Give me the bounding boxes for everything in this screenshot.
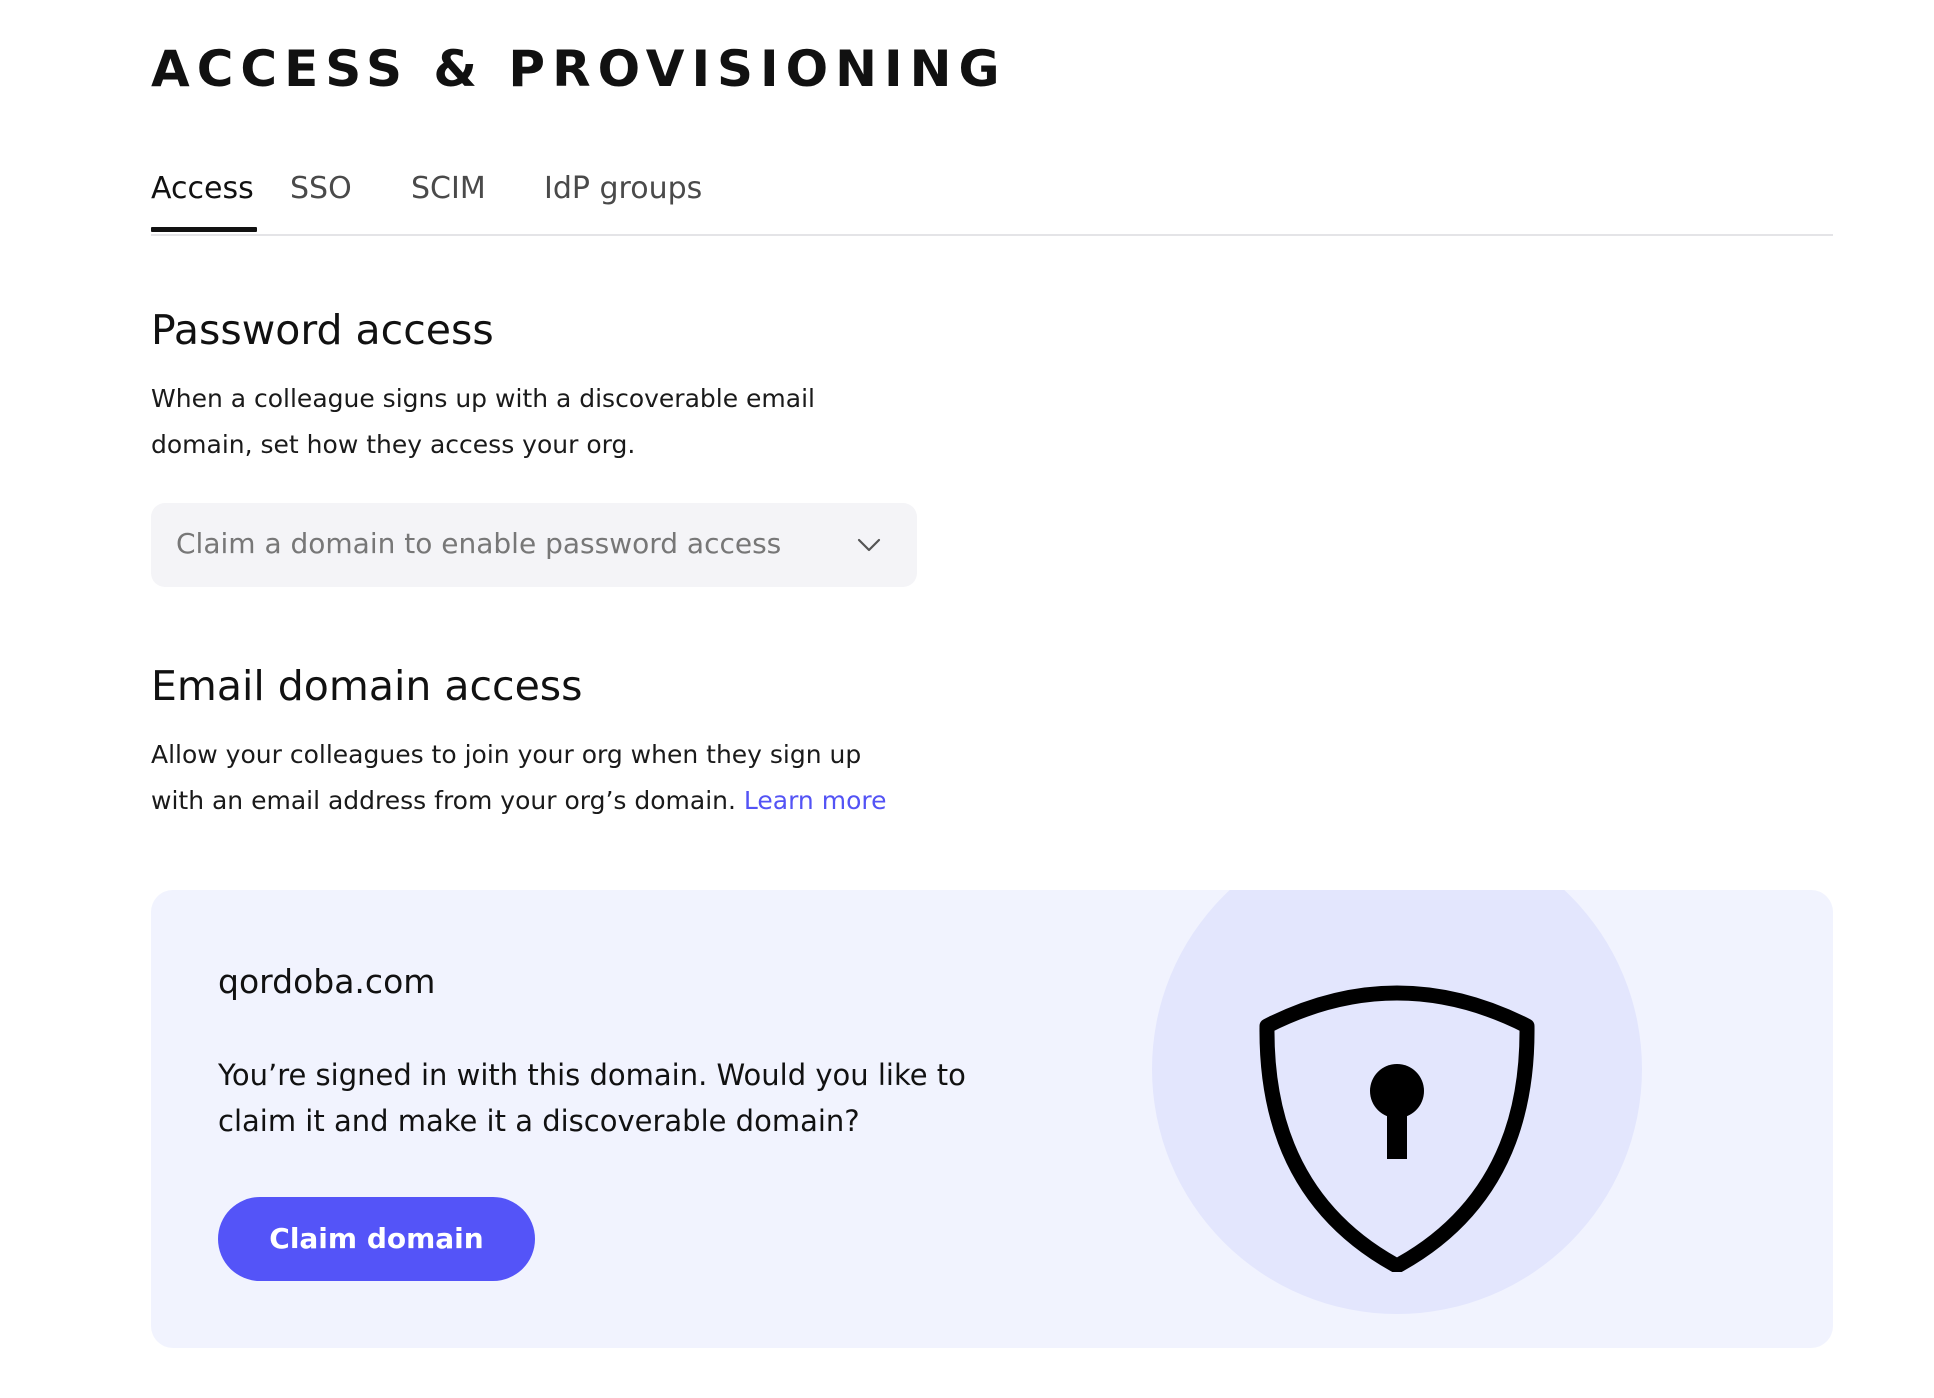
tab-idp-groups[interactable]: IdP groups (544, 174, 702, 204)
password-access-select[interactable]: Claim a domain to enable password access (151, 503, 917, 587)
learn-more-link[interactable]: Learn more (744, 786, 887, 815)
email-domain-access-description: Allow your colleagues to join your org w… (151, 732, 911, 824)
page-title: ACCESS & PROVISIONING (151, 40, 1007, 98)
password-access-description: When a colleague signs up with a discove… (151, 384, 815, 459)
tab-bar: Access SSO SCIM IdP groups (151, 162, 1833, 236)
tab-sso[interactable]: SSO (290, 174, 352, 204)
shield-keyhole-icon (1259, 985, 1535, 1272)
domain-claim-card: qordoba.com You’re signed in with this d… (151, 890, 1833, 1348)
access-provisioning-page: ACCESS & PROVISIONING Access SSO SCIM Id… (151, 0, 1833, 1398)
tab-scim[interactable]: SCIM (411, 174, 486, 204)
domain-name: qordoba.com (218, 962, 436, 1001)
email-domain-access-title: Email domain access (151, 662, 583, 710)
chevron-down-icon (857, 538, 881, 552)
domain-claim-message: You’re signed in with this domain. Would… (218, 1058, 966, 1138)
claim-domain-button[interactable]: Claim domain (218, 1197, 535, 1281)
active-tab-indicator (151, 227, 257, 232)
tab-access[interactable]: Access (151, 174, 254, 204)
password-access-select-value: Claim a domain to enable password access (176, 527, 782, 560)
password-access-title: Password access (151, 306, 494, 354)
